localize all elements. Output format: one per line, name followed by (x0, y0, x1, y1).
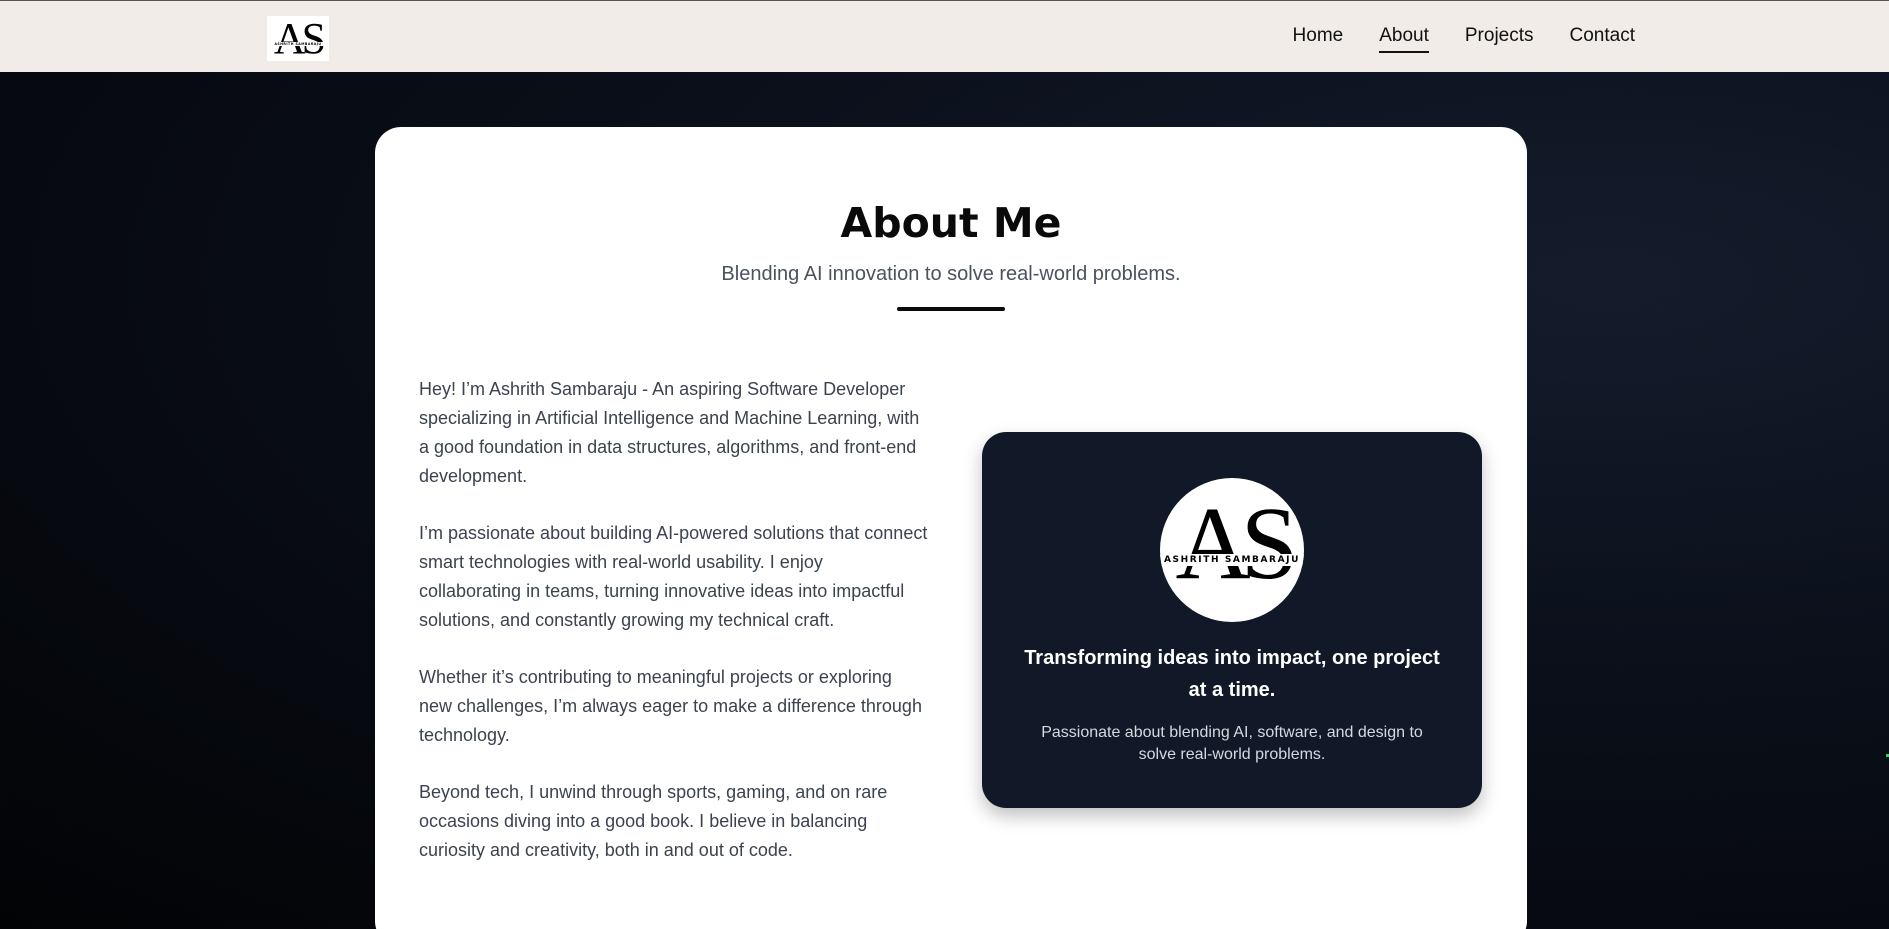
about-paragraph: Beyond tech, I unwind through sports, ga… (419, 782, 888, 860)
navbar: AS ASHRITH SAMBARAJU Home About Projects… (0, 0, 1889, 72)
about-section-card: About Me Blending AI innovation to solve… (375, 127, 1527, 929)
about-paragraph: Whether it’s contributing to meaningful … (419, 667, 922, 745)
nav-home[interactable]: Home (1293, 25, 1344, 53)
about-paragraph: Hey! I’m Ashrith Sambaraju - An aspiring… (419, 379, 920, 486)
nav-projects[interactable]: Projects (1465, 25, 1534, 53)
avatar-letters: AS (1175, 486, 1299, 601)
site-logo[interactable]: AS ASHRITH SAMBARAJU (267, 16, 329, 61)
logo-name: ASHRITH SAMBARAJU (267, 42, 329, 46)
profile-tagline: Transforming ideas into impact, one proj… (1024, 647, 1440, 701)
about-paragraph: I’m passionate about building AI-powered… (419, 523, 928, 630)
nav-about[interactable]: About (1379, 25, 1429, 53)
nav-contact[interactable]: Contact (1570, 25, 1635, 53)
logo-letters: AS (273, 16, 326, 61)
avatar-name: ASHRITH SAMBARAJU (1160, 554, 1304, 566)
profile-card: AS ASHRITH SAMBARAJU Transforming ideas … (982, 432, 1482, 808)
page-subtitle: Blending AI innovation to solve real-wor… (721, 263, 1181, 285)
profile-description: Passionate about blending AI, software, … (1041, 724, 1423, 763)
page-title: About Me (840, 199, 1062, 247)
about-text-block: Hey! I’m Ashrith Sambaraju - An aspiring… (419, 375, 929, 893)
nav-menu: Home About Projects Contact (1293, 25, 1635, 53)
avatar: AS ASHRITH SAMBARAJU (1160, 478, 1304, 622)
title-divider (897, 307, 1005, 311)
